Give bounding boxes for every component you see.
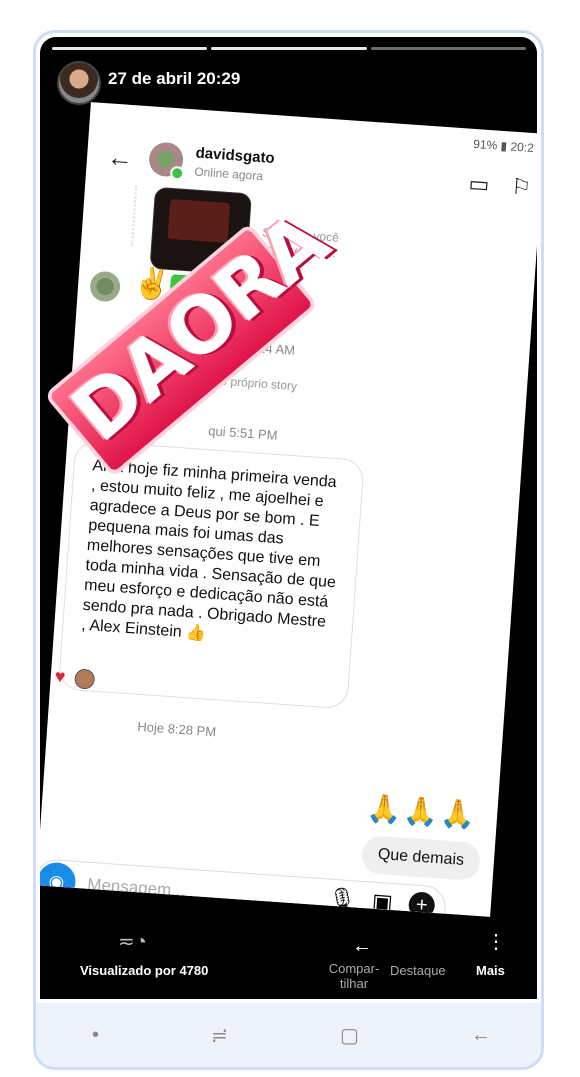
recents-icon[interactable]: ≓ xyxy=(211,1023,228,1048)
timestamp: qui 5:51 PM xyxy=(207,423,279,443)
reply-bubble: Que demais xyxy=(360,834,482,882)
chat-username: davidsgato xyxy=(195,144,276,168)
more-label[interactable]: Mais xyxy=(476,963,505,978)
heart-icon: ♥ xyxy=(54,665,67,687)
thread-line xyxy=(131,185,138,246)
highlight-label[interactable]: Destaque xyxy=(390,963,446,978)
story-viewer: 27 de abril 20:29 91% ▮ 20:2 ← davidsgat… xyxy=(40,37,537,999)
image-icon: ▣ xyxy=(371,888,394,916)
chat-header-icons: ▭ ⚐ xyxy=(468,171,532,201)
viewed-count[interactable]: Visualizado por 4780 xyxy=(80,963,208,978)
message-bubble: Alex hoje fiz minha primeira venda , est… xyxy=(57,439,365,710)
dot-icon[interactable]: • xyxy=(92,1024,99,1047)
story-time: 27 de abril 20:29 xyxy=(108,69,241,88)
android-nav-bar: • ≓ ▢ ← xyxy=(36,1003,541,1067)
plus-icon: + xyxy=(407,891,436,917)
video-icon: ▭ xyxy=(467,170,491,198)
online-status: Online agora xyxy=(193,164,264,184)
timestamp: Hoje 8:28 PM xyxy=(136,718,217,740)
share-icon[interactable]: ← xyxy=(352,935,372,958)
back-icon[interactable]: ← xyxy=(471,1024,491,1047)
story-footer: ≂◔ Visualizado por 4780 ← Compar- tilhar… xyxy=(40,927,537,997)
share-label[interactable]: Compar- tilhar xyxy=(322,961,386,991)
camera-icon: ◉ xyxy=(40,861,77,902)
online-dot-icon xyxy=(169,165,185,181)
story-avatar[interactable] xyxy=(57,61,101,105)
progress-segment xyxy=(211,47,367,50)
activity-icon[interactable]: ≂◔ xyxy=(118,929,147,954)
composer-placeholder: Mensagem... xyxy=(86,874,187,901)
flag-icon: ⚐ xyxy=(510,173,532,200)
back-arrow-icon: ← xyxy=(106,141,135,174)
mic-icon: 🎙 xyxy=(327,885,357,913)
sender-avatar xyxy=(89,270,122,303)
composer-icons: 🎙 ▣ + xyxy=(327,885,436,917)
progress-segment xyxy=(370,47,526,50)
phone-frame: 27 de abril 20:29 91% ▮ 20:2 ← davidsgat… xyxy=(33,30,544,1070)
status-bar: 91% ▮ 20:2 xyxy=(472,136,535,156)
pray-emojis: 🙏🙏🙏 xyxy=(365,792,479,831)
progress-segment xyxy=(52,47,208,50)
story-progress xyxy=(52,47,526,50)
more-icon[interactable]: ⋮ xyxy=(486,929,506,954)
home-icon[interactable]: ▢ xyxy=(340,1023,359,1048)
